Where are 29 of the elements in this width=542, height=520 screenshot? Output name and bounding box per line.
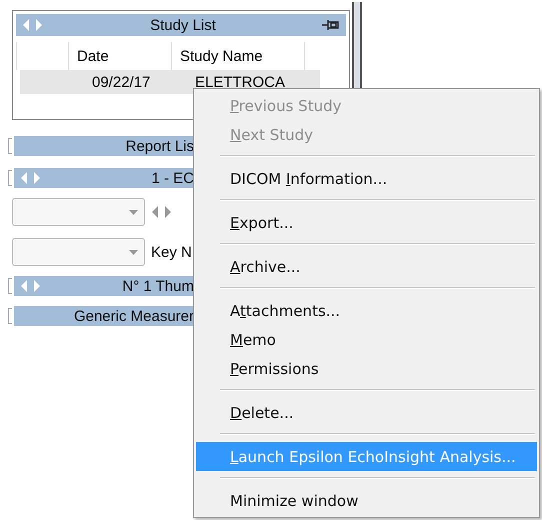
panel-bracket	[8, 138, 12, 154]
menu-item[interactable]: Memo	[196, 325, 537, 354]
menu-item[interactable]: Minimize window	[196, 486, 537, 515]
dropdown-field[interactable]	[12, 198, 145, 226]
navigation-arrows-icon[interactable]	[20, 280, 42, 292]
menu-item[interactable]: DICOM Information...	[196, 164, 537, 193]
panel-bracket	[8, 278, 12, 294]
key-label: Key N	[151, 244, 192, 260]
dropdown-caret-icon	[129, 210, 138, 214]
menu-item[interactable]: Permissions	[196, 354, 537, 383]
table-cell-text: ELETTROCA	[194, 74, 286, 90]
panel-title: Generic Measurer	[72, 308, 194, 324]
panel-bracket	[8, 308, 12, 324]
menu-item[interactable]: Archive...	[196, 252, 537, 281]
menu-item[interactable]: Attachments...	[196, 296, 537, 325]
dropdown-caret-icon	[129, 250, 138, 254]
dropdown-field[interactable]	[12, 238, 145, 266]
pin-icon[interactable]	[322, 19, 340, 31]
panel-title: Study List	[149, 16, 217, 34]
panel-title: Report Lis	[124, 138, 194, 154]
menu-item[interactable]: Delete...	[196, 398, 537, 427]
panel-bracket	[8, 170, 12, 186]
panel-title: N° 1 Thum	[121, 278, 194, 294]
menu-item[interactable]: Export...	[196, 208, 537, 237]
table-cell-text: 09/22/17	[91, 74, 152, 90]
navigation-arrows-icon[interactable]	[20, 172, 42, 184]
panel-title: 1 - EC	[150, 170, 194, 186]
navigation-arrows-icon[interactable]	[22, 19, 44, 31]
navigation-arrows-icon[interactable]	[151, 206, 173, 218]
